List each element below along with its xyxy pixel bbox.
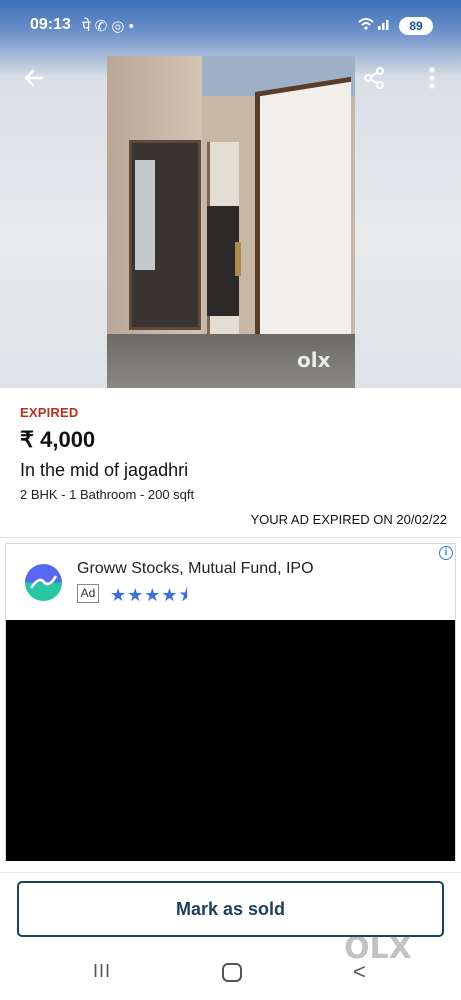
listing-title: In the mid of jagadhri xyxy=(20,460,189,480)
share-icon[interactable] xyxy=(354,58,394,98)
photo-door-handle xyxy=(235,242,241,276)
olx-watermark: olx xyxy=(297,348,331,372)
ad-info-icon[interactable]: i xyxy=(439,546,453,560)
home-button[interactable] xyxy=(222,963,242,982)
back-arrow-icon[interactable] xyxy=(14,58,54,98)
wifi-signal-icon xyxy=(358,17,392,34)
ad-badge: Ad xyxy=(77,584,99,603)
recent-apps-button[interactable]: III xyxy=(93,961,111,982)
groww-logo[interactable] xyxy=(25,564,62,601)
notification-icons: पे ✆ ◎ • xyxy=(82,18,134,35)
nav-back-button[interactable]: < xyxy=(353,959,366,985)
status-time: 09:13 xyxy=(30,16,71,33)
ad-title[interactable]: Groww Stocks, Mutual Fund, IPO xyxy=(77,560,314,578)
ad-rating-stars: ★★★★⯨ xyxy=(110,585,190,605)
listing-price: ₹ 4,000 xyxy=(20,427,96,452)
more-options-icon[interactable] xyxy=(412,58,452,98)
mark-as-sold-button[interactable]: Mark as sold xyxy=(17,881,444,937)
status-bar: 09:13 पे ✆ ◎ • 89 xyxy=(0,0,461,52)
battery-icon: 89 xyxy=(399,17,433,35)
expired-label: EXPIRED xyxy=(20,405,79,420)
top-bar xyxy=(0,52,461,104)
sponsored-ad[interactable]: i Groww Stocks, Mutual Fund, IPO Ad ★★★★… xyxy=(5,543,456,861)
ad-media[interactable] xyxy=(6,620,455,861)
listing-photo[interactable]: olx xyxy=(107,56,355,388)
ad-expired-date: YOUR AD EXPIRED ON 20/02/22 xyxy=(250,512,447,527)
bottom-action-area: Mark as sold OLX III < xyxy=(0,872,461,1000)
ad-detail-screen: olx 09:13 पे ✆ ◎ • 89 EXPIRED ₹ 4,000 In… xyxy=(0,0,461,1000)
listing-photo-area[interactable]: olx 09:13 पे ✆ ◎ • 89 xyxy=(0,0,461,388)
listing-info: EXPIRED ₹ 4,000 In the mid of jagadhri 2… xyxy=(0,388,461,538)
photo-door-opening xyxy=(135,160,155,270)
listing-details: 2 BHK - 1 Bathroom - 200 sqft xyxy=(20,487,195,502)
